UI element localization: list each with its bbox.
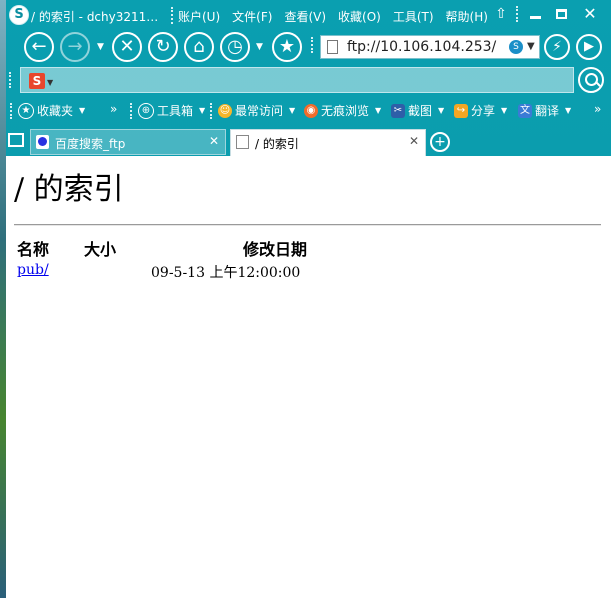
speed-mode-button[interactable]: ⚡: [544, 34, 570, 60]
upgrade-icon[interactable]: ⇧: [493, 4, 509, 24]
maximize-button[interactable]: [552, 4, 572, 24]
directory-link-pub[interactable]: pub/: [17, 262, 49, 278]
column-header-size: 大小: [84, 240, 117, 259]
more-favorites-chevron[interactable]: »: [110, 102, 117, 116]
tab-close-icon[interactable]: ✕: [209, 134, 219, 148]
divider: [14, 224, 601, 226]
window-title: / 的索引 - dchy3211…: [31, 10, 159, 24]
favorite-button[interactable]: ★: [272, 32, 302, 62]
search-bar: S ▼: [6, 64, 611, 96]
search-input[interactable]: S ▼: [20, 67, 574, 93]
menu-tools[interactable]: 工具(T): [393, 8, 434, 25]
screenshot-icon: ✂: [391, 103, 405, 118]
favbar-separator: [130, 103, 134, 119]
menu-favorites[interactable]: 收藏(O): [338, 8, 381, 25]
browser-window: S / 的索引 - dchy3211… 账户(U) 文件(F) 查看(V) 收藏…: [0, 0, 611, 598]
menu-account[interactable]: 账户(U): [178, 8, 220, 25]
history-button[interactable]: ◷: [220, 32, 250, 62]
search-engine-logo-icon[interactable]: S: [29, 73, 45, 89]
maximize-icon: [556, 9, 567, 19]
title-bar: S / 的索引 - dchy3211… 账户(U) 文件(F) 查看(V) 收藏…: [6, 0, 611, 30]
history-menu-dropdown-icon[interactable]: ▼: [256, 42, 263, 52]
favorites-menu[interactable]: ★ 收藏夹 ▼: [18, 102, 85, 119]
tab-baidu-search[interactable]: 百度搜索_ftp ✕: [30, 129, 226, 155]
search-engine-dropdown-icon[interactable]: ▼: [47, 78, 53, 87]
column-header-name: 名称: [17, 240, 50, 259]
tab-close-icon[interactable]: ✕: [409, 134, 419, 148]
url-text[interactable]: ftp://10.106.104.253/: [347, 39, 496, 55]
back-icon: ←: [31, 36, 47, 57]
refresh-button[interactable]: ↻: [148, 32, 178, 62]
globe-icon: ⊕: [138, 102, 154, 119]
security-shield-icon[interactable]: S: [509, 40, 523, 54]
share-icon: ↪: [454, 103, 468, 118]
go-icon: ▶: [584, 39, 594, 54]
tab-index[interactable]: / 的索引 ✕: [230, 129, 426, 157]
menu-bar: 账户(U) 文件(F) 查看(V) 收藏(O) 工具(T) 帮助(H): [178, 8, 488, 25]
close-button[interactable]: ✕: [580, 4, 600, 24]
page-icon: [236, 135, 249, 149]
incognito-icon: ◉: [304, 103, 318, 118]
address-bar[interactable]: ftp://10.106.104.253/ S ▼: [320, 35, 540, 59]
share-menu[interactable]: ↪ 分享 ▼: [454, 102, 507, 119]
more-tools-chevron[interactable]: »: [594, 102, 601, 116]
forward-icon: →: [67, 36, 83, 57]
home-icon: ⌂: [193, 36, 205, 57]
address-dropdown-icon[interactable]: ▼: [527, 41, 535, 52]
browser-logo-icon[interactable]: S: [9, 5, 29, 25]
favorites-bar: ★ 收藏夹 ▼ » ⊕ 工具箱 ▼ ☺ 最常访问 ▼ ◉ 无痕浏览 ▼ ✂ 截图 ▼ ↪ …: [6, 98, 611, 124]
favbar-separator-2: [210, 103, 214, 119]
file-modified-cell: 09-5-13 上午12:00:00: [151, 265, 301, 281]
home-button[interactable]: ⌂: [184, 32, 214, 62]
column-header-modified: 修改日期: [243, 240, 308, 259]
stop-icon: ✕: [119, 36, 135, 57]
toolbox-menu[interactable]: ⊕ 工具箱 ▼: [138, 102, 205, 119]
search-icon[interactable]: [578, 67, 604, 93]
most-visited-icon: ☺: [218, 103, 232, 118]
new-tab-icon[interactable]: +: [430, 132, 450, 152]
file-name-cell: pub/: [17, 262, 49, 278]
minimize-icon: [530, 16, 541, 19]
searchbar-grip: [9, 72, 13, 88]
baidu-paw-icon: [36, 135, 49, 149]
toolbar-separator: [311, 37, 315, 53]
page-icon: [327, 40, 338, 54]
tab-bar: 百度搜索_ftp ✕ / 的索引 ✕ +: [6, 128, 611, 157]
menu-file[interactable]: 文件(F): [232, 8, 272, 25]
incognito-menu[interactable]: ◉ 无痕浏览 ▼: [304, 102, 381, 119]
titlebar-separator: [516, 6, 520, 22]
menu-separator: [171, 7, 175, 24]
page-content: / 的索引 名称 大小 修改日期 pub/ 09-5-13 上午12:00:00: [6, 156, 611, 598]
back-button[interactable]: ←: [24, 32, 54, 62]
most-visited-menu[interactable]: ☺ 最常访问 ▼: [218, 102, 295, 119]
navigation-toolbar: ← → ▼ ✕ ↻ ⌂ ◷ ▼ ★ ftp://10.106.104.253/ …: [6, 30, 611, 62]
favbar-grip: [10, 103, 14, 119]
history-dropdown-icon[interactable]: ▼: [97, 42, 104, 52]
forward-button[interactable]: →: [60, 32, 90, 62]
screenshot-menu[interactable]: ✂ 截图 ▼: [391, 102, 444, 119]
flash-icon: ⚡: [552, 39, 562, 55]
tab-list-icon[interactable]: [8, 133, 24, 147]
menu-view[interactable]: 查看(V): [284, 8, 326, 25]
translate-icon: 文: [518, 103, 532, 118]
star-icon: ★: [18, 102, 34, 119]
minimize-button[interactable]: [526, 4, 546, 24]
go-button[interactable]: ▶: [576, 34, 602, 60]
refresh-icon: ↻: [155, 36, 171, 57]
translate-menu[interactable]: 文 翻译 ▼: [518, 102, 571, 119]
menu-help[interactable]: 帮助(H): [446, 8, 488, 25]
stop-button[interactable]: ✕: [112, 32, 142, 62]
page-title: / 的索引: [14, 172, 124, 207]
star-icon: ★: [278, 36, 296, 57]
clock-icon: ◷: [227, 36, 243, 57]
